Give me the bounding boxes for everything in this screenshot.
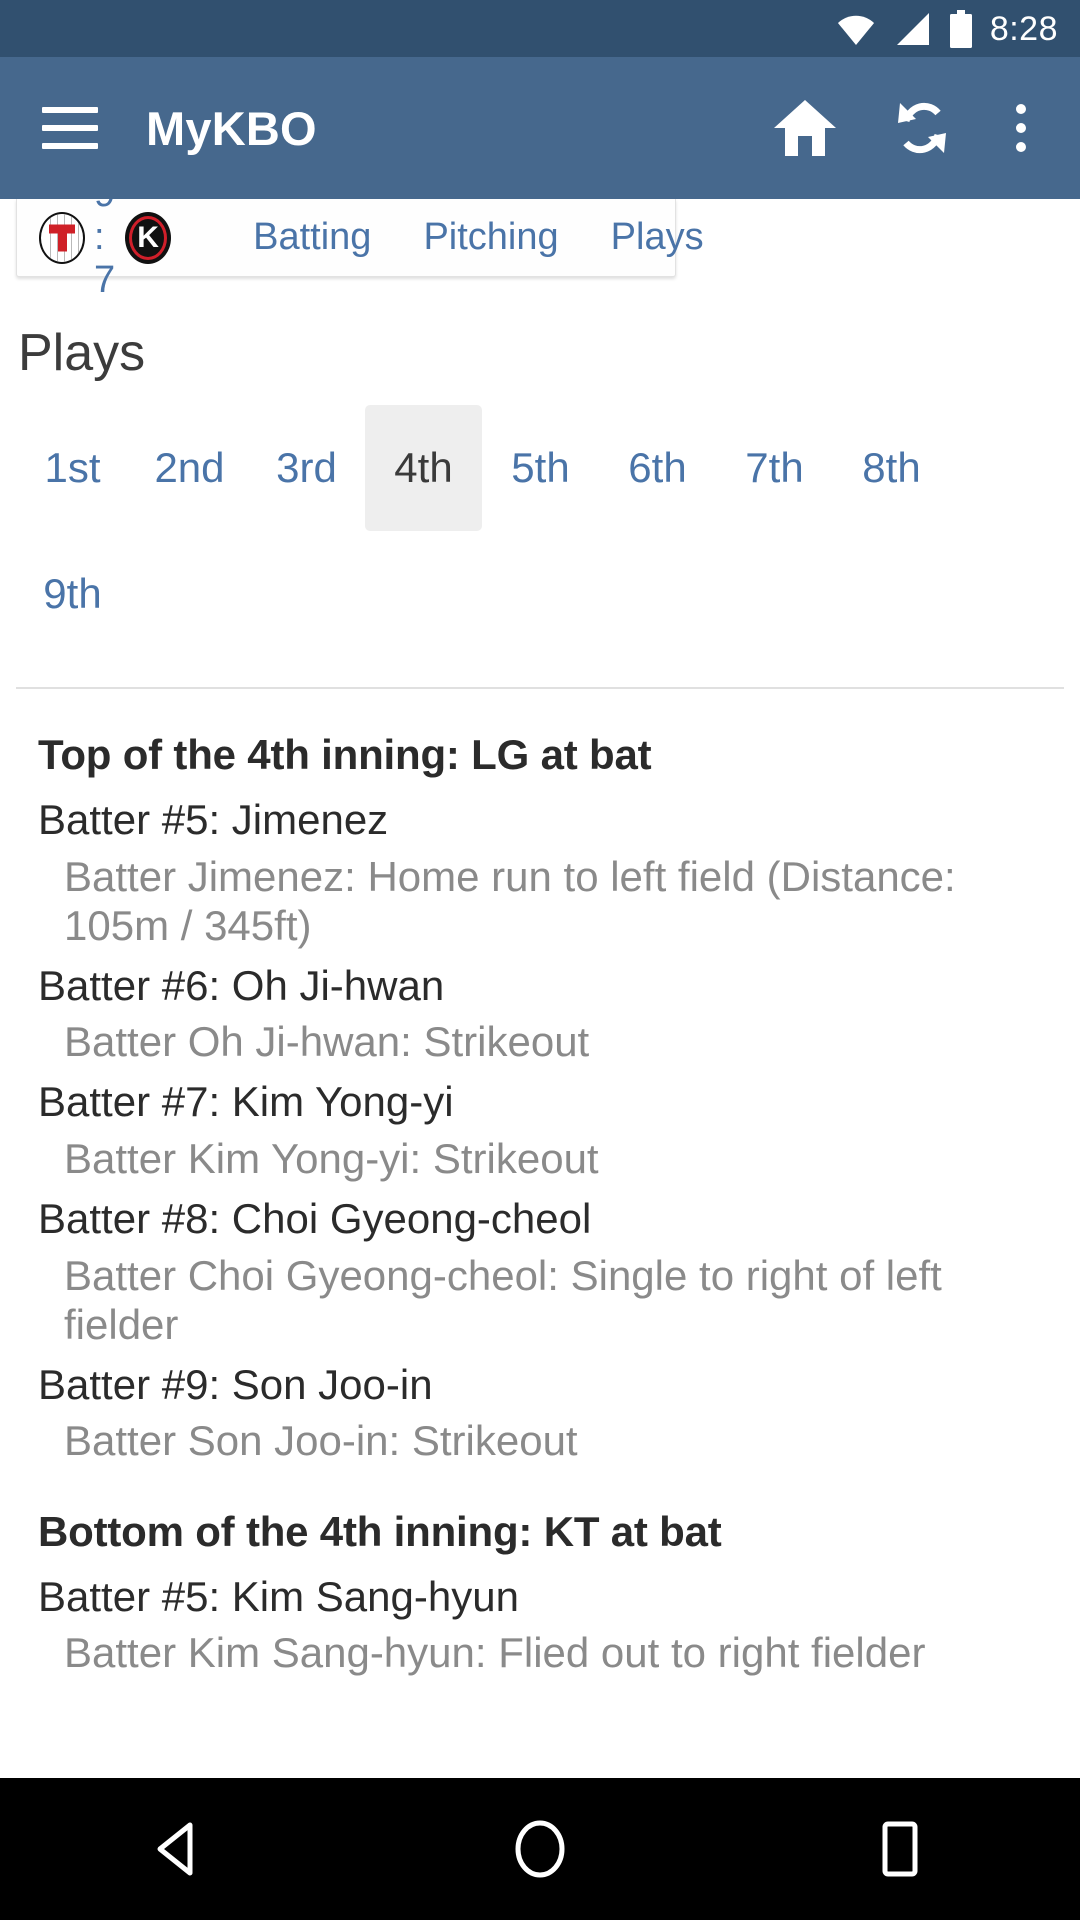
- square-recents-icon: [882, 1821, 918, 1877]
- hamburger-menu-icon[interactable]: [42, 107, 98, 149]
- tab-plays[interactable]: Plays: [585, 216, 730, 259]
- plays-list: Top of the 4th inning: LG at bat Batter …: [0, 731, 1080, 1677]
- kt-wiz-logo: [39, 211, 85, 264]
- lg-twins-k-logo: K: [125, 211, 172, 264]
- app-screen: 8:28 MyKBO: 7 K Batting Pitching Plays …: [0, 0, 1080, 1920]
- status-bar-clock: 8:28: [989, 9, 1058, 48]
- inning-tab-5th[interactable]: 5th: [482, 405, 599, 531]
- play-result: Batter Jimenez: Home run to left field (…: [64, 852, 956, 949]
- section-divider: [16, 687, 1064, 689]
- status-bar: 8:28: [0, 0, 1080, 57]
- inning-heading-bottom: Bottom of the 4th inning: KT at bat: [38, 1507, 722, 1555]
- inning-tab-8th[interactable]: 8th: [833, 405, 950, 531]
- inning-tab-7th[interactable]: 7th: [716, 405, 833, 531]
- batter-label: Batter #5: Kim Sang-hyun: [38, 1572, 519, 1620]
- inning-tab-list: 1st 2nd 3rd 4th 5th 6th 7th 8th 9th: [0, 383, 1080, 657]
- play-result: Batter Kim Sang-hyun: Flied out to right…: [64, 1629, 926, 1677]
- inning-tab-6th[interactable]: 6th: [599, 405, 716, 531]
- play-result: Batter Choi Gyeong-cheol: Single to righ…: [64, 1251, 942, 1348]
- app-bar-actions: [772, 97, 1046, 159]
- play-result: Batter Oh Ji-hwan: Strikeout: [64, 1018, 590, 1066]
- inning-heading-top: Top of the 4th inning: LG at bat: [38, 731, 652, 778]
- tab-batting[interactable]: Batting: [227, 216, 397, 259]
- triangle-back-icon: [157, 1822, 193, 1876]
- battery-icon: [949, 9, 972, 48]
- refresh-icon[interactable]: [890, 97, 954, 159]
- inning-tab-9th[interactable]: 9th: [14, 531, 131, 657]
- recents-button[interactable]: [840, 1778, 960, 1920]
- wifi-icon: [837, 15, 874, 45]
- batter-label: Batter #7: Kim Yong-yi: [38, 1078, 454, 1126]
- home-button[interactable]: [480, 1778, 600, 1920]
- home-icon[interactable]: [772, 98, 838, 158]
- system-navigation-bar: [0, 1778, 1080, 1920]
- score-text: 9 : 7: [94, 199, 117, 301]
- batter-label: Batter #5: Jimenez: [38, 796, 389, 843]
- overflow-menu-icon[interactable]: [1006, 100, 1036, 156]
- tab-pitching[interactable]: Pitching: [397, 216, 584, 259]
- batter-label: Batter #6: Oh Ji-hwan: [38, 961, 445, 1009]
- circle-home-icon: [515, 1820, 565, 1878]
- inning-tab-4th[interactable]: 4th: [365, 405, 482, 531]
- section-tabs: Batting Pitching Plays: [227, 216, 729, 259]
- play-result: Batter Son Joo-in: Strikeout: [64, 1417, 578, 1465]
- score-summary[interactable]: 9 : 7 K: [39, 199, 172, 302]
- batter-label: Batter #9: Son Joo-in: [38, 1360, 433, 1408]
- back-button[interactable]: [120, 1778, 240, 1920]
- app-title: MyKBO: [146, 101, 317, 155]
- inning-tab-2nd[interactable]: 2nd: [131, 405, 248, 531]
- play-result: Batter Kim Yong-yi: Strikeout: [64, 1135, 599, 1183]
- app-bar: MyKBO: [0, 57, 1080, 199]
- cellular-signal-icon: [896, 12, 929, 45]
- inning-tab-3rd[interactable]: 3rd: [248, 405, 365, 531]
- status-bar-icons: [836, 9, 974, 48]
- score-tab-card: 9 : 7 K Batting Pitching Plays: [16, 199, 704, 301]
- score-card-wrap: 9 : 7 K Batting Pitching Plays: [0, 199, 1080, 301]
- batter-label: Batter #8: Choi Gyeong-cheol: [38, 1195, 592, 1243]
- content-area: 9 : 7 K Batting Pitching Plays Plays 1st…: [0, 199, 1080, 1778]
- inning-tab-1st[interactable]: 1st: [14, 405, 131, 531]
